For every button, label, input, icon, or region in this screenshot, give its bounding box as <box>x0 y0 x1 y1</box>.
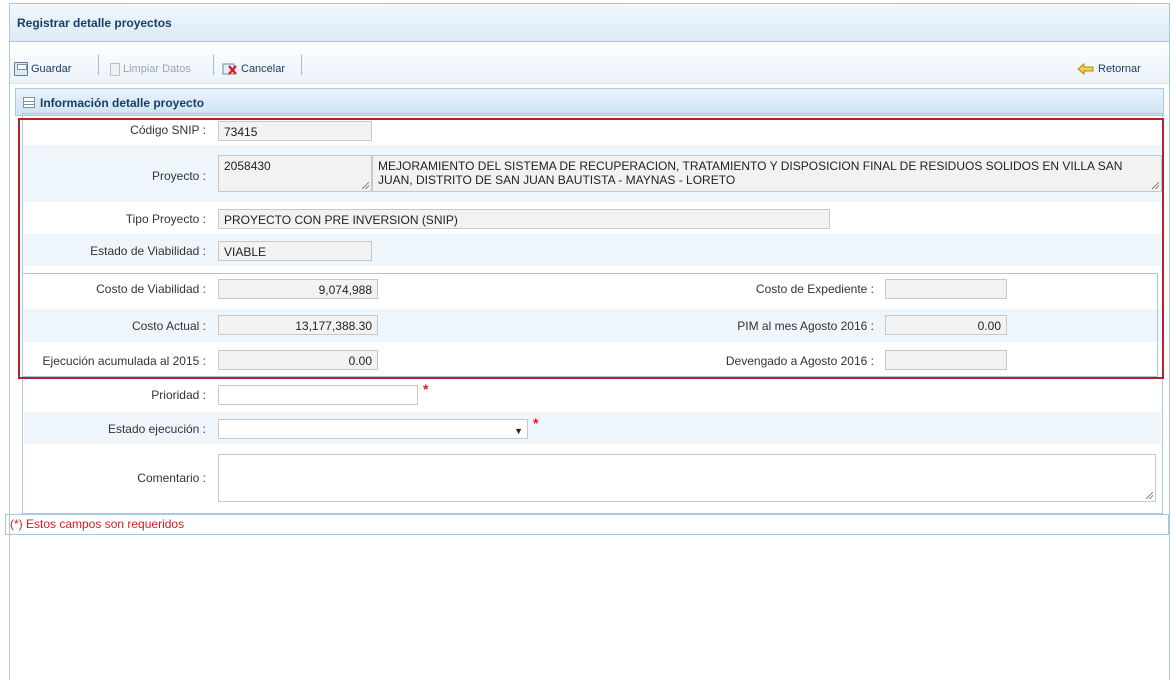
estado-viabilidad-field: VIABLE <box>218 241 372 261</box>
comentario-textarea[interactable] <box>218 454 1156 502</box>
row-tipo-proyecto: Tipo Proyecto : PROYECTO CON PRE INVERSI… <box>24 203 1161 233</box>
costs-subpanel <box>22 273 1158 377</box>
clear-label: Limpiar Datos <box>123 63 191 75</box>
resize-handle-icon[interactable] <box>1146 492 1153 499</box>
prioridad-label: Prioridad : <box>151 388 206 402</box>
toolbar-separator <box>98 55 99 75</box>
save-icon <box>14 62 28 76</box>
clear-button[interactable]: Limpiar Datos <box>110 60 191 78</box>
toolbar-separator <box>213 55 214 75</box>
proyecto-name: MEJORAMIENTO DEL SISTEMA DE RECUPERACION… <box>378 159 1123 187</box>
section-header: Información detalle proyecto <box>15 88 1164 116</box>
codigo-snip-label: Código SNIP : <box>130 123 206 137</box>
save-label: Guardar <box>31 63 72 75</box>
save-button[interactable]: Guardar <box>14 60 71 78</box>
required-marker: * <box>533 415 539 431</box>
back-label: Retornar <box>1098 63 1141 75</box>
prioridad-input[interactable] <box>218 385 418 405</box>
row-prioridad: Prioridad : * <box>24 379 1161 410</box>
resize-handle-icon[interactable] <box>362 182 369 189</box>
toolbar-separator <box>301 55 302 75</box>
proyecto-code-field: 2058430 <box>218 155 372 192</box>
row-codigo-snip: Código SNIP : 73415 <box>24 114 1161 144</box>
cancel-label: Cancelar <box>241 63 286 75</box>
return-icon <box>1077 62 1094 76</box>
chevron-down-icon: ▼ <box>514 426 523 436</box>
row-comentario: Comentario : <box>24 448 1161 510</box>
proyecto-name-field: MEJORAMIENTO DEL SISTEMA DE RECUPERACION… <box>372 155 1162 192</box>
table-icon <box>23 97 35 108</box>
clear-icon <box>110 62 120 76</box>
resize-handle-icon[interactable] <box>1152 182 1159 189</box>
cancel-icon <box>222 63 237 75</box>
row-proyecto: Proyecto : 2058430 MEJORAMIENTO DEL SIST… <box>24 145 1162 202</box>
row-estado-viabilidad: Estado de Viabilidad : VIABLE <box>24 234 1161 266</box>
footer-note-bar: (*) Estos campos son requeridos <box>5 514 1169 535</box>
window-title: Registrar detalle proyectos <box>17 16 172 30</box>
section-title: Información detalle proyecto <box>40 96 205 110</box>
toolbar: Guardar Limpiar Datos Cancelar Retornar <box>10 47 1169 84</box>
back-button[interactable]: Retornar <box>1077 60 1141 78</box>
required-note: (*) Estos campos son requeridos <box>10 517 185 531</box>
tipo-proyecto-label: Tipo Proyecto : <box>125 212 206 226</box>
cancel-button[interactable]: Cancelar <box>222 60 285 78</box>
comentario-label: Comentario : <box>137 471 206 485</box>
estado-ejecucion-label: Estado ejecución : <box>107 422 206 436</box>
proyecto-label: Proyecto : <box>151 169 206 183</box>
required-marker: * <box>423 381 429 397</box>
row-estado-ejecucion: Estado ejecución : ▼ * <box>24 412 1161 444</box>
estado-viabilidad-label: Estado de Viabilidad : <box>90 244 206 258</box>
tipo-proyecto-field: PROYECTO CON PRE INVERSION (SNIP) <box>218 209 830 229</box>
proyecto-code: 2058430 <box>224 159 271 173</box>
codigo-snip-field: 73415 <box>218 121 372 141</box>
estado-ejecucion-select[interactable]: ▼ <box>218 419 528 439</box>
window-titlebar: Registrar detalle proyectos <box>10 4 1169 42</box>
